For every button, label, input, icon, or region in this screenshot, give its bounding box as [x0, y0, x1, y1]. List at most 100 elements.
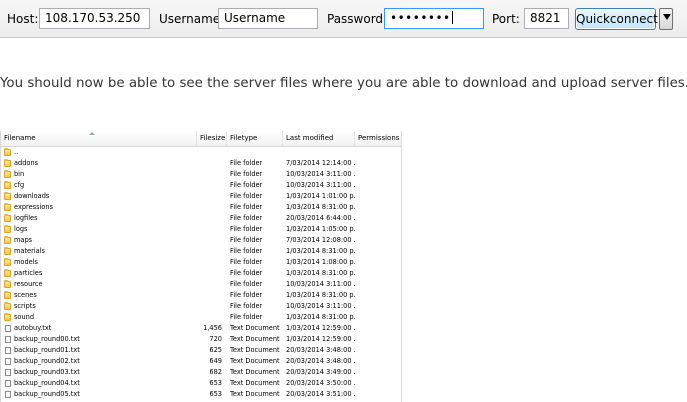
- host-label: Host:: [7, 12, 39, 26]
- file-type: File folder: [230, 269, 263, 277]
- table-row[interactable]: expressions File folder 1/03/2014 8:31:00 …: [1, 202, 401, 213]
- folder-icon: [4, 236, 11, 244]
- table-row[interactable]: backup_round01.txt 625 Text Document 20/03/…: [1, 345, 401, 356]
- file-name: scenes: [14, 291, 37, 299]
- file-name: logs: [14, 225, 28, 233]
- file-name: sound: [14, 313, 35, 321]
- quickconnect-bar: Host: 108.170.53.250 Username: Username …: [0, 0, 687, 38]
- username-value: Username: [224, 11, 286, 25]
- file-type: Text Document: [230, 324, 280, 332]
- table-row[interactable]: resource File folder 10/03/2014 3:11:00 ..…: [1, 279, 401, 290]
- file-size: [181, 147, 222, 158]
- file-size: 682: [209, 368, 222, 376]
- file-last-modified: 7/03/2014 12:08:00 ...: [286, 236, 356, 244]
- chevron-down-icon: [663, 14, 671, 20]
- column-header-label: Last modified: [286, 134, 334, 142]
- file-last-modified: 20/03/2014 3:51:00 ...: [286, 390, 356, 398]
- host-value: 108.170.53.250: [45, 11, 141, 25]
- text-document-icon: [5, 380, 11, 387]
- table-row[interactable]: particles File folder 1/03/2014 8:31:00 p.…: [1, 268, 401, 279]
- file-last-modified: 20/03/2014 3:48:00 ...: [286, 346, 356, 354]
- table-row[interactable]: backup_round05.txt 653 Text Document 20/03/…: [1, 389, 401, 400]
- text-document-icon: [5, 391, 11, 398]
- file-last-modified: 10/03/2014 3:11:00 ...: [286, 170, 356, 178]
- file-name: downloads: [14, 192, 50, 200]
- file-name: backup_round01.txt: [14, 346, 80, 354]
- folder-icon: [4, 225, 11, 233]
- folder-icon: [4, 280, 11, 288]
- text-document-icon: [5, 325, 11, 332]
- text-document-icon: [5, 369, 11, 376]
- folder-icon: [4, 170, 11, 178]
- column-header-permissions[interactable]: Permissions: [355, 131, 401, 146]
- file-size: [181, 312, 222, 323]
- column-header-label: Filesize: [200, 134, 226, 142]
- table-row[interactable]: bin File folder 10/03/2014 3:11:00 ...: [1, 169, 401, 180]
- table-row[interactable]: addons File folder 7/03/2014 12:14:00 ...: [1, 158, 401, 169]
- file-type: File folder: [230, 203, 263, 211]
- table-row[interactable]: maps File folder 7/03/2014 12:08:00 ...: [1, 235, 401, 246]
- file-name: addons: [14, 159, 39, 167]
- port-value: 8821: [530, 11, 561, 25]
- file-last-modified: 1/03/2014 12:59:00 ...: [286, 324, 356, 332]
- table-row[interactable]: backup_round04.txt 653 Text Document 20/03/…: [1, 378, 401, 389]
- table-row[interactable]: backup_round03.txt 682 Text Document 20/03/…: [1, 367, 401, 378]
- file-name: ..: [14, 148, 19, 156]
- table-row[interactable]: logfiles File folder 20/03/2014 6:44:00 ..…: [1, 213, 401, 224]
- file-rows: .. addons File folder 7/03/2014 12:14:00 ..…: [1, 147, 401, 400]
- file-size: [181, 279, 222, 290]
- table-row[interactable]: logs File folder 1/03/2014 1:05:00 p...: [1, 224, 401, 235]
- port-input[interactable]: 8821: [524, 8, 569, 29]
- table-row[interactable]: backup_round00.txt 720 Text Document 1/03/2…: [1, 334, 401, 345]
- password-input[interactable]: ••••••••: [384, 8, 484, 29]
- table-row[interactable]: sound File folder 1/03/2014 8:31:00 p...: [1, 312, 401, 323]
- file-name: models: [14, 258, 38, 266]
- file-size: [181, 235, 222, 246]
- file-last-modified: 1/03/2014 1:01:00 p...: [286, 192, 356, 200]
- file-last-modified: 20/03/2014 3:48:00 ...: [286, 357, 356, 365]
- table-row[interactable]: downloads File folder 1/03/2014 1:01:00 p.…: [1, 191, 401, 202]
- username-label: Username:: [159, 12, 225, 26]
- table-row[interactable]: ..: [1, 147, 401, 158]
- file-last-modified: 1/03/2014 8:31:00 p...: [286, 313, 356, 321]
- quickconnect-history-dropdown[interactable]: [659, 8, 673, 30]
- host-input[interactable]: 108.170.53.250: [39, 8, 150, 29]
- table-row[interactable]: autobuy.txt 1,456 Text Document 1/03/2014 1…: [1, 323, 401, 334]
- file-last-modified: 1/03/2014 8:31:00 p...: [286, 203, 356, 211]
- file-type: File folder: [230, 280, 263, 288]
- file-size: [181, 268, 222, 279]
- file-last-modified: 20/03/2014 6:44:00 ...: [286, 214, 356, 222]
- table-row[interactable]: scenes File folder 1/03/2014 8:31:00 p...: [1, 290, 401, 301]
- file-type: [230, 147, 284, 158]
- file-type: File folder: [230, 258, 263, 266]
- column-header-label: Filetype: [230, 134, 258, 142]
- table-row[interactable]: materials File folder 1/03/2014 8:31:00 p.…: [1, 246, 401, 257]
- column-header-filename[interactable]: Filename: [1, 131, 197, 146]
- file-last-modified: 1/03/2014 1:08:00 p...: [286, 258, 356, 266]
- username-input[interactable]: Username: [218, 8, 318, 29]
- file-size: 653: [209, 379, 222, 387]
- table-row[interactable]: cfg File folder 10/03/2014 3:11:00 ...: [1, 180, 401, 191]
- column-header-filesize[interactable]: Filesize: [197, 131, 227, 146]
- file-size: [181, 213, 222, 224]
- file-size: 720: [209, 335, 222, 343]
- file-name: backup_round03.txt: [14, 368, 80, 376]
- file-last-modified: 1/03/2014 12:59:00 ...: [286, 335, 356, 343]
- file-size: [181, 191, 222, 202]
- file-size: [181, 180, 222, 191]
- table-row[interactable]: backup_round02.txt 649 Text Document 20/03/…: [1, 356, 401, 367]
- table-row[interactable]: scripts File folder 10/03/2014 3:11:00 ...: [1, 301, 401, 312]
- folder-icon: [4, 291, 11, 299]
- quickconnect-button[interactable]: Quickconnect: [575, 8, 658, 30]
- file-name: logfiles: [14, 214, 38, 222]
- instruction-text: You should now be able to see the server…: [0, 76, 687, 91]
- file-type: Text Document: [230, 335, 280, 343]
- file-type: File folder: [230, 302, 263, 310]
- file-type: File folder: [230, 236, 263, 244]
- column-header-last-modified[interactable]: Last modified: [283, 131, 355, 146]
- file-type: File folder: [230, 181, 263, 189]
- file-type: File folder: [230, 291, 263, 299]
- table-row[interactable]: models File folder 1/03/2014 1:08:00 p...: [1, 257, 401, 268]
- folder-icon: [4, 269, 11, 277]
- column-header-filetype[interactable]: Filetype: [227, 131, 283, 146]
